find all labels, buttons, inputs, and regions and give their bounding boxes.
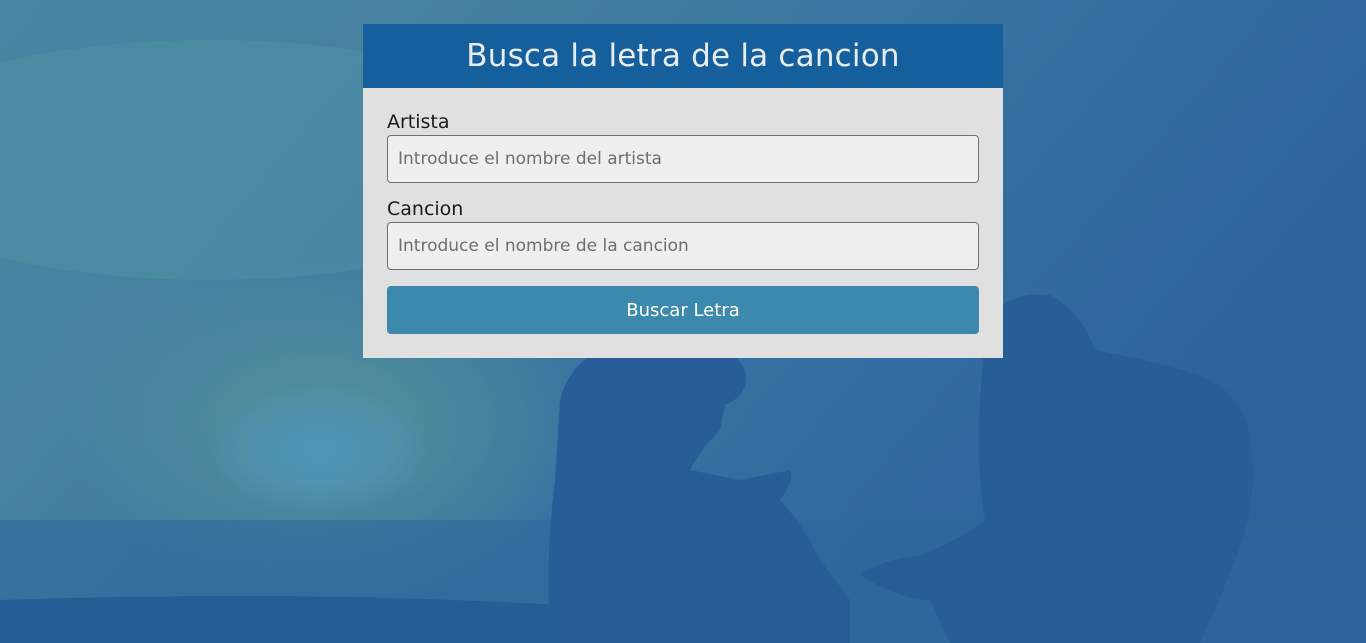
page-title: Busca la letra de la cancion: [466, 38, 900, 74]
song-label: Cancion: [387, 198, 464, 220]
card-header: Busca la letra de la cancion: [363, 24, 1003, 88]
song-input[interactable]: [387, 222, 979, 270]
search-lyrics-button[interactable]: Buscar Letra: [387, 286, 979, 334]
lyrics-search-card: Busca la letra de la cancion Artista Can…: [363, 24, 1003, 358]
lyrics-search-form: Artista Cancion Buscar Letra: [363, 88, 1003, 334]
artist-label: Artista: [387, 111, 450, 133]
artist-input[interactable]: [387, 135, 979, 183]
